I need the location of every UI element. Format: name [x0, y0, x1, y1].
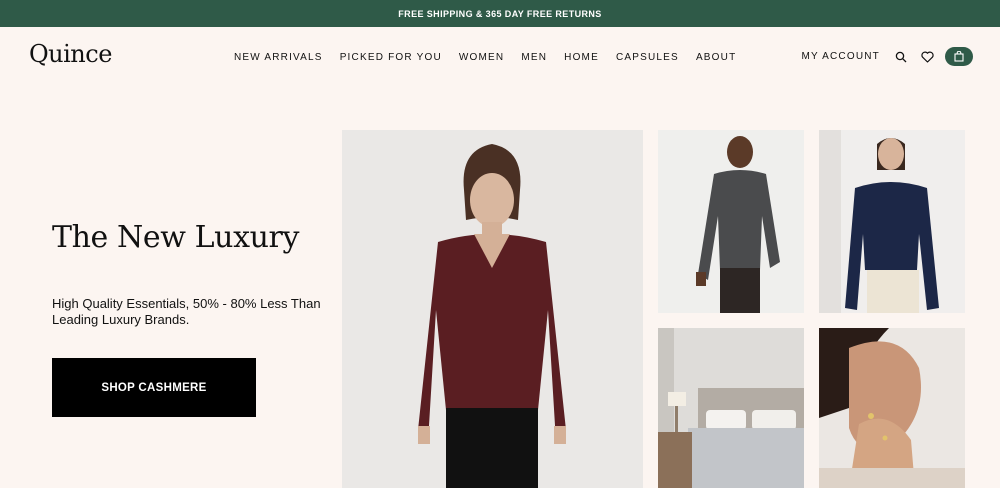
my-account-link[interactable]: MY ACCOUNT [802, 51, 881, 62]
promo-text: FREE SHIPPING & 365 DAY FREE RETURNS [398, 8, 602, 19]
nav-item-about[interactable]: ABOUT [696, 52, 736, 63]
hero-subtitle: High Quality Essentials, 50% - 80% Less … [52, 296, 321, 327]
promo-banner[interactable]: FREE SHIPPING & 365 DAY FREE RETURNS [0, 0, 1000, 27]
logo[interactable]: Quince [29, 40, 112, 68]
nav-item-capsules[interactable]: CAPSULES [616, 52, 679, 63]
nav-utilities: MY ACCOUNT [802, 47, 973, 66]
nav-item-home[interactable]: HOME [564, 52, 599, 63]
shop-cashmere-button[interactable]: SHOP CASHMERE [52, 358, 256, 417]
nav-item-women[interactable]: WOMEN [459, 52, 504, 63]
search-icon[interactable] [893, 49, 909, 65]
photo-womens-navy-cardigan[interactable] [819, 130, 965, 313]
photo-mens-charcoal-sweater[interactable] [658, 130, 804, 313]
photo-jewelry[interactable] [819, 328, 965, 488]
heart-icon[interactable] [919, 49, 935, 65]
nav-item-new-arrivals[interactable]: NEW ARRIVALS [234, 52, 323, 63]
photo-bedding-home[interactable] [658, 328, 804, 488]
nav-item-men[interactable]: MEN [521, 52, 547, 63]
cart-button[interactable] [945, 47, 973, 66]
nav-menu: NEW ARRIVALS PICKED FOR YOU WOMEN MEN HO… [234, 52, 736, 63]
shopping-bag-icon [954, 51, 964, 62]
hero-title: The New Luxury [52, 220, 300, 255]
nav-item-picked-for-you[interactable]: PICKED FOR YOU [340, 52, 442, 63]
hero-photo-burgundy-sweater[interactable] [342, 130, 643, 488]
main-navigation: Quince NEW ARRIVALS PICKED FOR YOU WOMEN… [0, 27, 1000, 87]
